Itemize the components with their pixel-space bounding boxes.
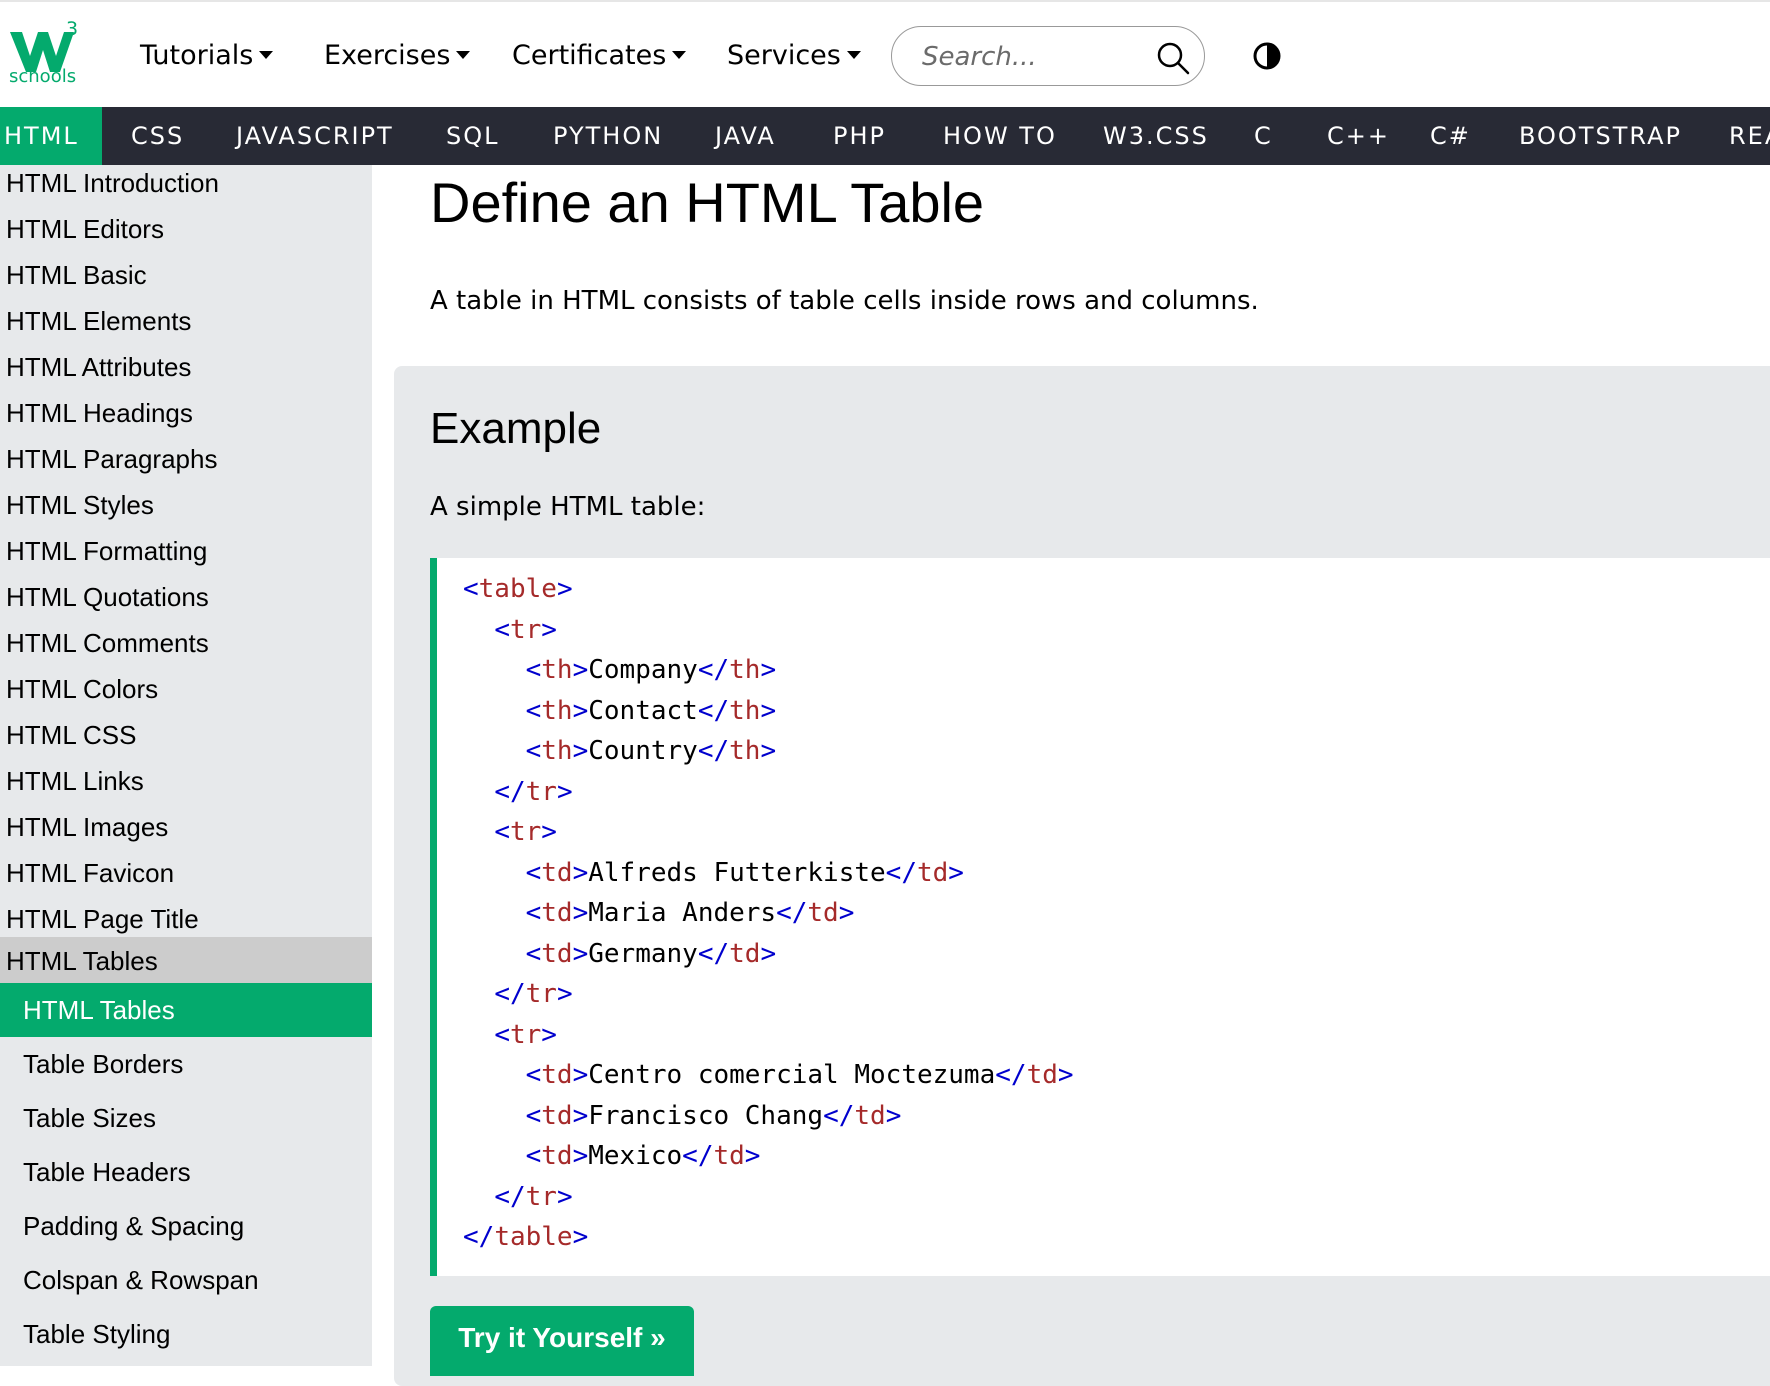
caret-down-icon: [672, 50, 687, 59]
nav-tutorials-label: Tutorials: [140, 40, 254, 71]
caret-down-icon: [846, 50, 861, 59]
sidebar-subitem-colspan-rowspan[interactable]: Colspan & Rowspan: [0, 1253, 372, 1307]
search-icon[interactable]: [1156, 41, 1190, 75]
subject-php[interactable]: PHP: [833, 107, 886, 165]
code-line: <td>Germany</td>: [525, 938, 777, 969]
sidebar-item-html-elements[interactable]: HTML Elements: [0, 303, 372, 349]
sidebar-item-html-paragraphs[interactable]: HTML Paragraphs: [0, 441, 372, 487]
code-line: </tr>: [494, 776, 573, 807]
logo-superscript: 3: [66, 18, 79, 40]
search-input[interactable]: [920, 39, 1144, 75]
sidebar-item-html-favicon[interactable]: HTML Favicon: [0, 855, 372, 901]
sidebar-subitem-table-headers[interactable]: Table Headers: [0, 1145, 372, 1199]
search-box: [891, 26, 1205, 86]
nav-tutorials[interactable]: Tutorials: [140, 40, 274, 71]
code-line: <tr>: [494, 817, 557, 847]
caret-down-icon: [456, 50, 471, 59]
sidebar-item-html-formatting[interactable]: HTML Formatting: [0, 533, 372, 579]
code-line: <td>Maria Anders</td>: [525, 898, 855, 928]
subject-react[interactable]: REACT: [1729, 107, 1770, 165]
code-line: <tr>: [494, 614, 557, 645]
subject-cpp[interactable]: C++: [1327, 107, 1390, 165]
subject-html[interactable]: HTML: [0, 107, 102, 165]
sidebar-item-html-basic[interactable]: HTML Basic: [0, 257, 372, 303]
subject-navbar: HTML CSS JAVASCRIPT SQL PYTHON JAVA PHP …: [0, 107, 1770, 165]
subject-sql[interactable]: SQL: [446, 107, 500, 165]
caret-down-icon: [259, 50, 274, 59]
sidebar-item-html-images[interactable]: HTML Images: [0, 809, 372, 855]
subject-java[interactable]: JAVA: [715, 107, 776, 165]
intro-text: A table in HTML consists of table cells …: [430, 286, 1259, 316]
code-line: </tr>: [494, 1181, 573, 1212]
sidebar-group-html-tables[interactable]: HTML Tables: [0, 937, 372, 983]
code-line: <table>: [463, 574, 573, 604]
sidebar-item-html-links[interactable]: HTML Links: [0, 763, 372, 809]
subject-python[interactable]: PYTHON: [553, 107, 663, 165]
subject-javascript[interactable]: JAVASCRIPT: [236, 107, 394, 165]
code-line: </table>: [463, 1222, 589, 1252]
sidebar-subitem-table-styling[interactable]: Table Styling: [0, 1307, 372, 1361]
example-description: A simple HTML table:: [430, 492, 706, 522]
sidebar-item-html-css[interactable]: HTML CSS: [0, 717, 372, 763]
sidebar: HTML Introduction HTML Editors HTML Basi…: [0, 165, 372, 1366]
subject-w3css[interactable]: W3.CSS: [1103, 107, 1209, 165]
code-line: <th>Company</th>: [525, 655, 777, 685]
sidebar-subitem-table-sizes[interactable]: Table Sizes: [0, 1091, 372, 1145]
logo-text: schools: [9, 66, 77, 87]
code-example: <table> <tr> <th>Company</th> <th>Contac…: [430, 558, 1770, 1276]
code-line: <tr>: [494, 1019, 557, 1050]
sidebar-subitem-padding-spacing[interactable]: Padding & Spacing: [0, 1199, 372, 1253]
example-title: Example: [430, 404, 602, 453]
sidebar-item-html-attributes[interactable]: HTML Attributes: [0, 349, 372, 395]
nav-certificates[interactable]: Certificates: [512, 40, 687, 71]
code-line: </tr>: [494, 979, 573, 1009]
code-line: <td>Mexico</td>: [525, 1141, 761, 1171]
code-line: <td>Francisco Chang</td>: [525, 1100, 902, 1131]
subject-c[interactable]: C: [1254, 107, 1273, 165]
nav-services-label: Services: [727, 40, 841, 71]
subject-css[interactable]: CSS: [131, 107, 184, 165]
code-line: <th>Country</th>: [525, 736, 777, 766]
sidebar-subitem-table-borders[interactable]: Table Borders: [0, 1037, 372, 1091]
subject-bootstrap[interactable]: BOOTSTRAP: [1519, 107, 1682, 165]
sidebar-item-html-editors[interactable]: HTML Editors: [0, 211, 372, 257]
code-line: <td>Centro comercial Moctezuma</td>: [525, 1060, 1074, 1090]
sidebar-item-html-styles[interactable]: HTML Styles: [0, 487, 372, 533]
sidebar-item-html-introduction[interactable]: HTML Introduction: [0, 165, 372, 211]
sidebar-subitem-html-tables[interactable]: HTML Tables: [0, 983, 372, 1037]
nav-exercises-label: Exercises: [324, 40, 451, 71]
top-header: 3 schools Tutorials Exercises Certificat…: [0, 0, 1770, 107]
nav-certificates-label: Certificates: [512, 40, 667, 71]
page-title: Define an HTML Table: [430, 171, 985, 234]
subject-how-to[interactable]: HOW TO: [943, 107, 1057, 165]
sidebar-item-html-quotations[interactable]: HTML Quotations: [0, 579, 372, 625]
code-line: <td>Alfreds Futterkiste</td>: [525, 857, 964, 888]
nav-services[interactable]: Services: [727, 40, 861, 71]
code-line: <th>Contact</th>: [525, 695, 777, 726]
nav-exercises[interactable]: Exercises: [324, 40, 471, 71]
sidebar-item-html-comments[interactable]: HTML Comments: [0, 625, 372, 671]
sidebar-item-html-colors[interactable]: HTML Colors: [0, 671, 372, 717]
contrast-icon[interactable]: [1253, 42, 1281, 70]
sidebar-item-html-headings[interactable]: HTML Headings: [0, 395, 372, 441]
subject-csharp[interactable]: C#: [1430, 107, 1471, 165]
